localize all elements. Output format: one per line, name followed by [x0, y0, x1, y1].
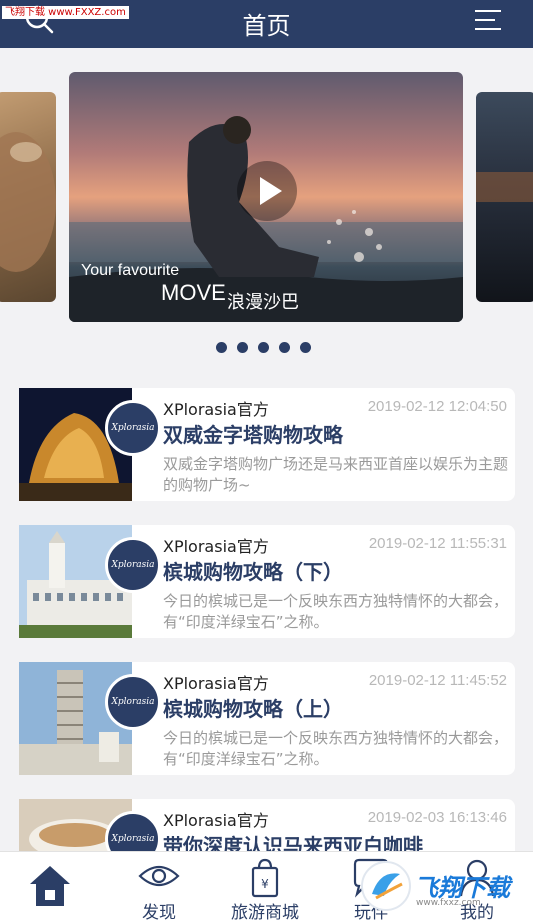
home-icon	[30, 866, 70, 906]
article-card[interactable]: Xplorasia XPlorasia官方 2019-02-12 11:45:5…	[19, 662, 515, 775]
article-description: 今日的槟城已是一个反映东西方独特情怀的大都会，有“印度洋绿宝石”之称。	[163, 729, 509, 768]
tab-home[interactable]	[0, 852, 106, 922]
article-description: 双威金字塔购物广场还是马来西亚首座以娱乐为主题的购物广场~	[163, 455, 509, 494]
tab-travel-mall[interactable]: ¥ 旅游商城	[212, 852, 318, 922]
menu-button[interactable]	[473, 8, 503, 34]
carousel-dot[interactable]	[216, 342, 227, 353]
article-card[interactable]: Xplorasia XPlorasia官方 2019-02-12 11:55:3…	[19, 525, 515, 638]
carousel-dot[interactable]	[300, 342, 311, 353]
article-title[interactable]: 槟城购物攻略（上）	[163, 693, 343, 722]
brand-watermark-url: www.fxxz.com	[416, 898, 481, 908]
article-description: 今日的槟城已是一个反映东西方独特情怀的大都会，有“印度洋绿宝石”之称。	[163, 592, 509, 631]
top-header: 飞翔下载 www.FXXZ.com 首页	[0, 0, 533, 48]
author-avatar[interactable]: Xplorasia	[105, 400, 161, 456]
carousel-dot[interactable]	[237, 342, 248, 353]
carousel-pagination	[216, 342, 311, 354]
tab-label: 发现	[142, 903, 176, 922]
slide-caption-move: MOVE	[161, 280, 226, 305]
article-author: XPlorasia官方	[163, 400, 269, 419]
play-icon	[260, 177, 282, 205]
slide-caption-line1: Your favourite	[81, 262, 180, 279]
article-author: XPlorasia官方	[163, 811, 269, 830]
article-date: 2019-02-12 12:04:50	[367, 398, 507, 415]
carousel-dot[interactable]	[258, 342, 269, 353]
menu-icon	[475, 10, 501, 30]
article-date: 2019-02-03 16:13:46	[367, 809, 507, 826]
play-video-button[interactable]	[237, 161, 297, 221]
carousel-slide-next[interactable]	[476, 92, 533, 302]
tab-label: 旅游商城	[231, 903, 299, 922]
carousel-slide-prev[interactable]	[0, 92, 56, 302]
author-avatar[interactable]: Xplorasia	[105, 674, 161, 730]
article-author: XPlorasia官方	[163, 537, 269, 556]
article-date: 2019-02-12 11:55:31	[368, 535, 507, 552]
page-title: 首页	[242, 12, 291, 40]
article-title[interactable]: 槟城购物攻略（下）	[163, 556, 343, 585]
shopping-bag-icon: ¥	[251, 858, 279, 898]
article-author: XPlorasia官方	[163, 674, 269, 693]
article-title[interactable]: 双威金字塔购物攻略	[163, 419, 343, 448]
brand-logo-icon	[361, 861, 411, 911]
svg-text:¥: ¥	[261, 877, 269, 891]
carousel-slide-active[interactable]: Your favourite MOVE 浪漫沙巴	[69, 72, 463, 322]
eye-icon	[138, 865, 180, 887]
author-avatar[interactable]: Xplorasia	[105, 537, 161, 593]
slide-image	[0, 132, 56, 272]
slide-image	[476, 172, 533, 202]
tab-discover[interactable]: 发现	[106, 852, 212, 922]
brand-watermark: 飞翔下载 www.fxxz.com	[360, 858, 528, 914]
article-date: 2019-02-12 11:45:52	[368, 672, 507, 689]
article-card[interactable]: Xplorasia XPlorasia官方 2019-02-12 12:04:5…	[19, 388, 515, 501]
slide-caption-place: 浪漫沙巴	[227, 292, 299, 313]
carousel-dot[interactable]	[279, 342, 290, 353]
banner-carousel[interactable]: Your favourite MOVE 浪漫沙巴	[0, 48, 533, 370]
